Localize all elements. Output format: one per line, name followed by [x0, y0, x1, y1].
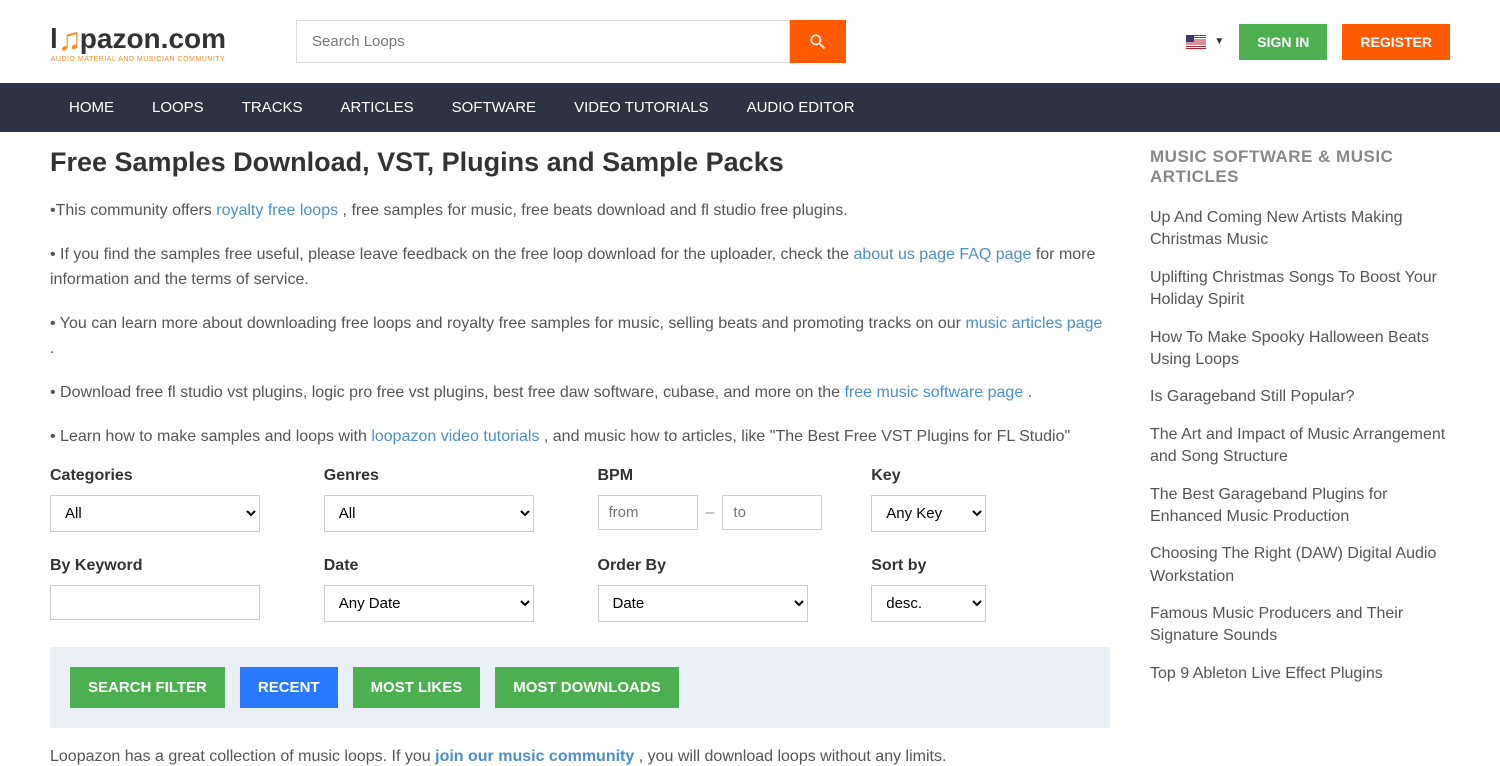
page-title: Free Samples Download, VST, Plugins and … [50, 147, 1110, 178]
filters: Categories All Genres All BPM – Key [50, 467, 1110, 622]
language-selector[interactable]: ▼ [1186, 35, 1224, 49]
sidebar-item[interactable]: Uplifting Christmas Songs To Boost Your … [1150, 267, 1450, 312]
flag-us-icon [1186, 35, 1206, 49]
categories-select[interactable]: All [50, 495, 260, 532]
bpm-from-input[interactable] [598, 495, 698, 530]
bpm-to-input[interactable] [722, 495, 822, 530]
nav-audio-editor[interactable]: AUDIO EDITOR [728, 83, 874, 132]
main-content: Free Samples Download, VST, Plugins and … [50, 132, 1450, 766]
nav-home[interactable]: HOME [50, 83, 133, 132]
collection-text: Loopazon has a great collection of music… [50, 748, 1110, 766]
most-downloads-button[interactable]: MOST DOWNLOADS [495, 667, 679, 708]
recent-button[interactable]: RECENT [240, 667, 338, 708]
filter-orderby: Order By Date [598, 557, 837, 622]
date-select[interactable]: Any Date [324, 585, 534, 622]
logo-tagline: AUDIO MATERIAL AND MUSICIAN COMMUNITY [51, 56, 225, 63]
categories-label: Categories [50, 467, 289, 485]
nav-articles[interactable]: ARTICLES [322, 83, 433, 132]
genres-select[interactable]: All [324, 495, 534, 532]
most-likes-button[interactable]: MOST LIKES [353, 667, 481, 708]
sidebar-list: Up And Coming New Artists Making Christm… [1150, 207, 1450, 685]
filter-keyword: By Keyword [50, 557, 289, 622]
main-nav: HOME LOOPS TRACKS ARTICLES SOFTWARE VIDE… [0, 83, 1500, 132]
video-tutorials-link[interactable]: loopazon video tutorials [371, 428, 539, 445]
music-articles-link[interactable]: music articles page [965, 315, 1102, 332]
orderby-label: Order By [598, 557, 837, 575]
sidebar-item[interactable]: Top 9 Ableton Live Effect Plugins [1150, 663, 1450, 685]
date-label: Date [324, 557, 563, 575]
register-button[interactable]: REGISTER [1342, 24, 1450, 60]
logo-text: pazon.com [80, 23, 226, 55]
filter-categories: Categories All [50, 467, 289, 532]
filter-buttons: SEARCH FILTER RECENT MOST LIKES MOST DOW… [50, 647, 1110, 728]
sidebar-item[interactable]: Up And Coming New Artists Making Christm… [1150, 207, 1450, 252]
key-label: Key [871, 467, 1110, 485]
sidebar-item[interactable]: The Art and Impact of Music Arrangement … [1150, 424, 1450, 469]
key-select[interactable]: Any Key [871, 495, 986, 532]
sidebar-item[interactable]: Famous Music Producers and Their Signatu… [1150, 603, 1450, 648]
filter-sortby: Sort by desc. [871, 557, 1110, 622]
search-button[interactable] [790, 20, 846, 63]
logo-prefix: l [50, 23, 58, 55]
sortby-select[interactable]: desc. [871, 585, 986, 622]
genres-label: Genres [324, 467, 563, 485]
about-us-link[interactable]: about us page [853, 246, 954, 263]
caret-down-icon: ▼ [1214, 36, 1224, 47]
music-note-icon: ♫ [58, 21, 82, 58]
filter-key: Key Any Key [871, 467, 1110, 532]
intro-text: •This community offers royalty free loop… [50, 198, 1110, 449]
royalty-free-loops-link[interactable]: royalty free loops [216, 202, 338, 219]
keyword-label: By Keyword [50, 557, 289, 575]
header: l ♫ pazon.com AUDIO MATERIAL AND MUSICIA… [50, 0, 1450, 83]
logo[interactable]: l ♫ pazon.com AUDIO MATERIAL AND MUSICIA… [50, 21, 226, 63]
sidebar-item[interactable]: How To Make Spooky Halloween Beats Using… [1150, 327, 1450, 372]
filter-bpm: BPM – [598, 467, 837, 532]
nav-software[interactable]: SOFTWARE [433, 83, 555, 132]
sidebar-title: MUSIC SOFTWARE & MUSIC ARTICLES [1150, 147, 1450, 187]
join-community-link[interactable]: join our music community [435, 748, 634, 765]
bpm-separator: – [706, 504, 715, 522]
search-icon [808, 32, 828, 52]
sortby-label: Sort by [871, 557, 1110, 575]
nav-video-tutorials[interactable]: VIDEO TUTORIALS [555, 83, 727, 132]
sidebar-item[interactable]: Choosing The Right (DAW) Digital Audio W… [1150, 543, 1450, 588]
sidebar-item[interactable]: The Best Garageband Plugins for Enhanced… [1150, 484, 1450, 529]
faq-link[interactable]: FAQ page [959, 246, 1031, 263]
filter-genres: Genres All [324, 467, 563, 532]
filter-date: Date Any Date [324, 557, 563, 622]
keyword-input[interactable] [50, 585, 260, 620]
search-input[interactable] [296, 20, 790, 63]
sidebar: MUSIC SOFTWARE & MUSIC ARTICLES Up And C… [1150, 147, 1450, 766]
music-software-link[interactable]: free music software page [844, 384, 1023, 401]
signin-button[interactable]: SIGN IN [1239, 24, 1327, 60]
search-filter-button[interactable]: SEARCH FILTER [70, 667, 225, 708]
search-box [296, 20, 846, 63]
header-right: ▼ SIGN IN REGISTER [1186, 24, 1450, 60]
left-column: Free Samples Download, VST, Plugins and … [50, 147, 1110, 766]
bpm-label: BPM [598, 467, 837, 485]
orderby-select[interactable]: Date [598, 585, 808, 622]
nav-loops[interactable]: LOOPS [133, 83, 223, 132]
nav-tracks[interactable]: TRACKS [223, 83, 322, 132]
sidebar-item[interactable]: Is Garageband Still Popular? [1150, 386, 1450, 408]
